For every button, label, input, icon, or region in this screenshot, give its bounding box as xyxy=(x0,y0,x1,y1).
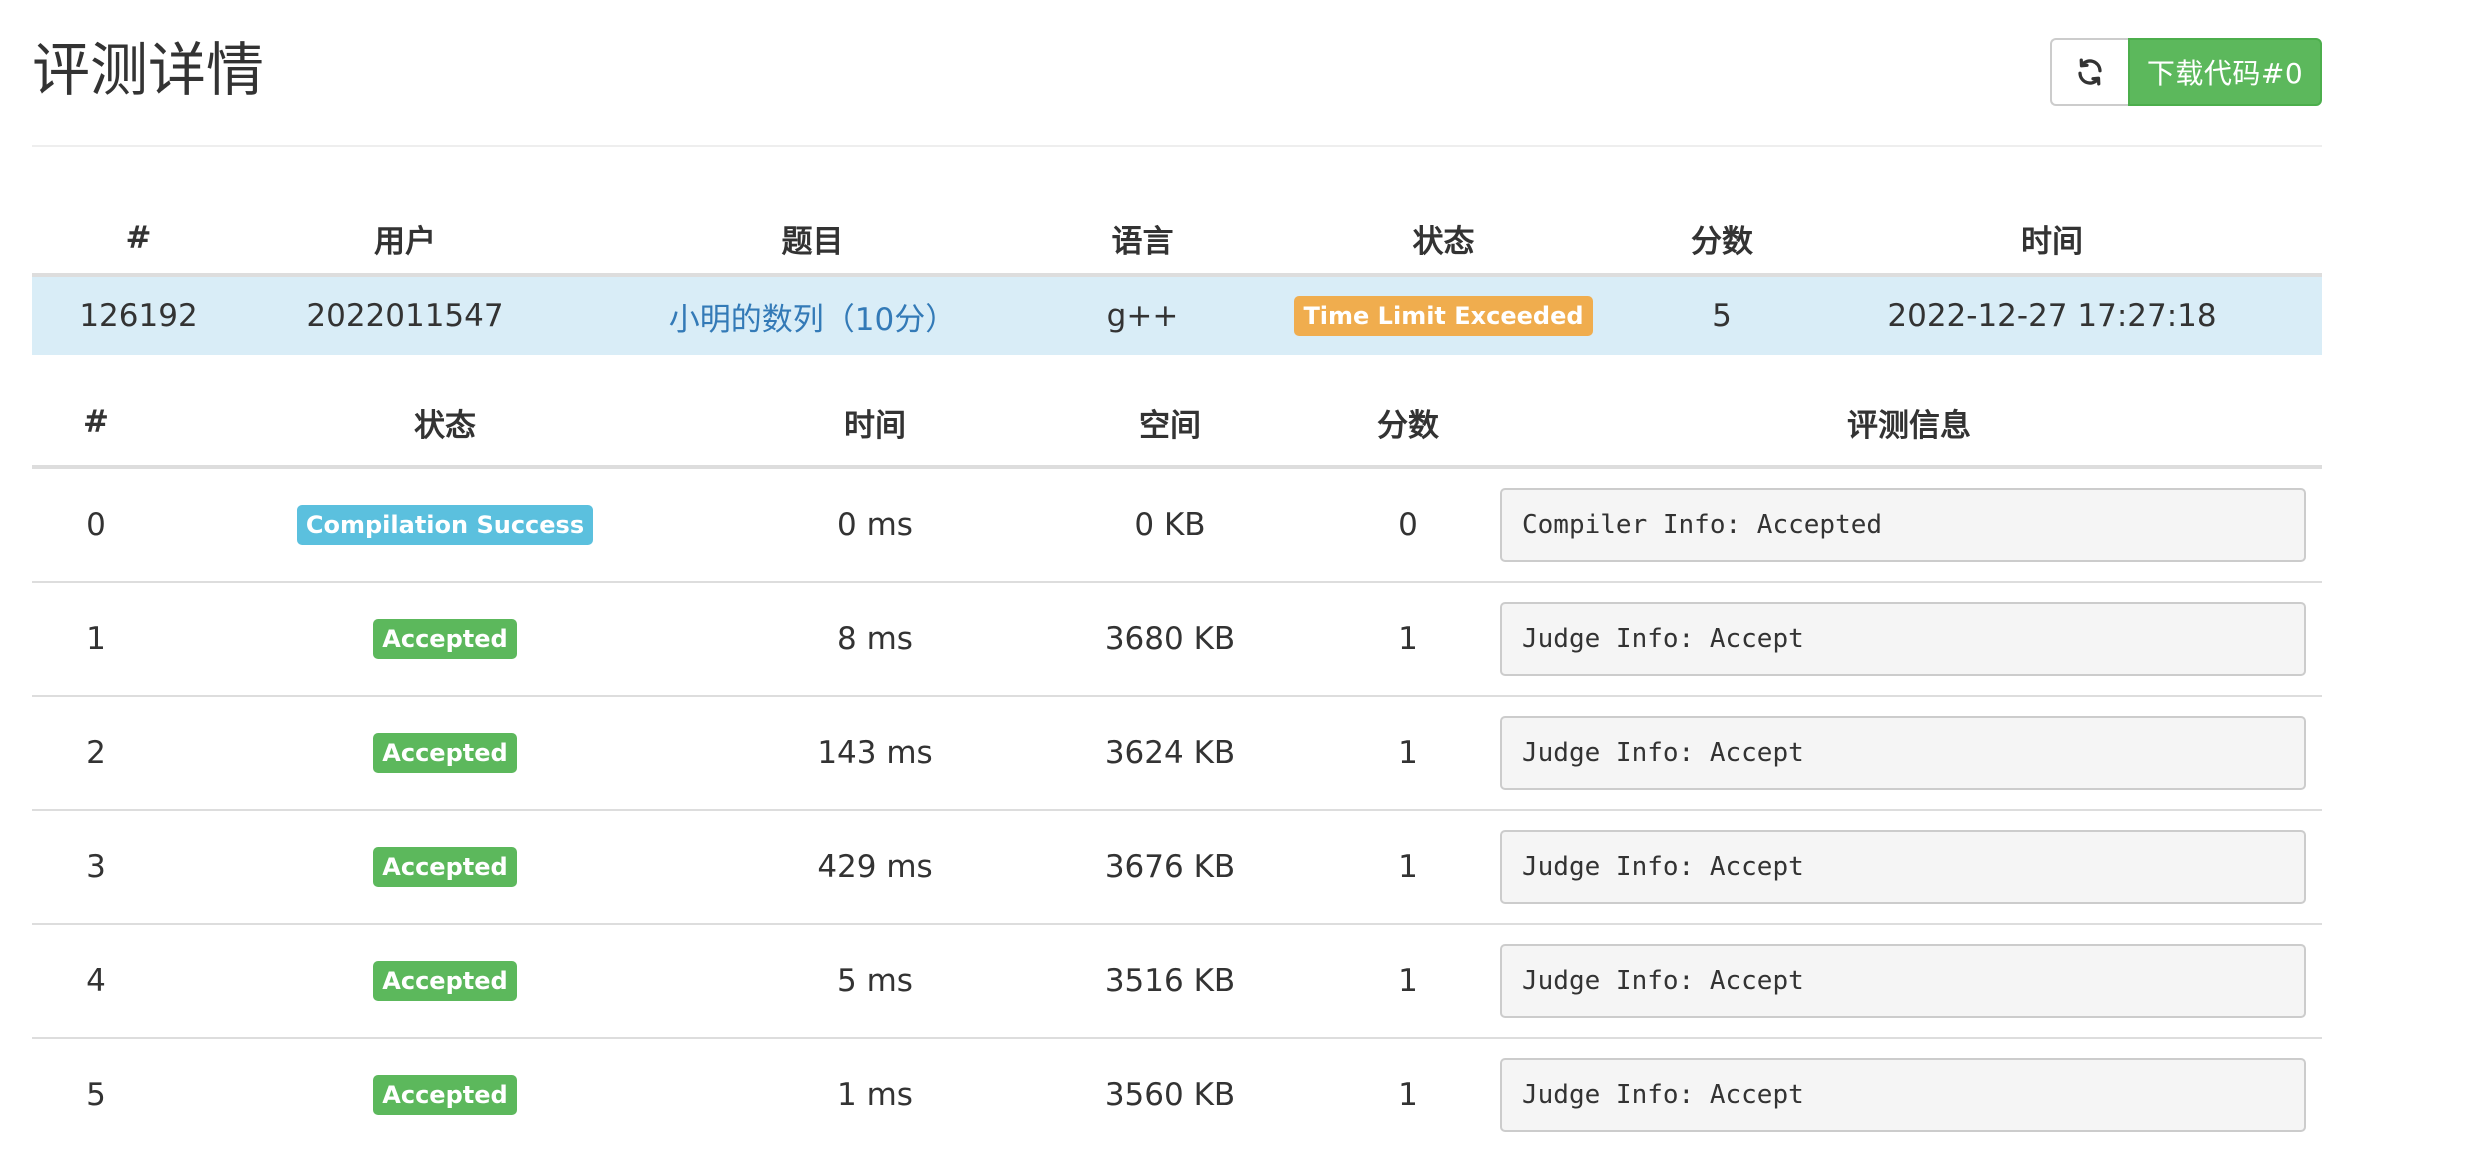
download-code-button[interactable]: 下载代码#0 xyxy=(2128,38,2322,106)
test-status-cell: Accepted xyxy=(160,696,730,811)
test-row: 0 Compilation Success 0 ms 0 KB 0 Compil… xyxy=(32,467,2322,583)
summary-row: 126192 2022011547 小明的数列（10分） g++ Time Li… xyxy=(32,275,2322,355)
test-results-table: # 状态 时间 空间 分数 评测信息 0 Compilation Success… xyxy=(32,379,2322,1151)
test-memory: 0 KB xyxy=(1020,467,1320,583)
test-row: 3 Accepted 429 ms 3676 KB 1 Judge Info: … xyxy=(32,810,2322,925)
summary-header-row: # 用户 题目 语言 状态 分数 时间 xyxy=(32,203,2322,277)
test-score: 1 xyxy=(1320,696,1496,811)
test-index: 4 xyxy=(32,924,160,1039)
test-time: 0 ms xyxy=(730,467,1020,583)
test-row: 4 Accepted 5 ms 3516 KB 1 Judge Info: Ac… xyxy=(32,924,2322,1039)
tests-header-info: 评测信息 xyxy=(1496,379,2322,469)
test-info-box: Judge Info: Accept xyxy=(1500,602,2306,676)
test-info-box: Compiler Info: Accepted xyxy=(1500,488,2306,562)
test-info-cell: Judge Info: Accept xyxy=(1496,1038,2322,1151)
test-status-cell: Accepted xyxy=(160,1038,730,1151)
test-info-box: Judge Info: Accept xyxy=(1500,944,2306,1018)
test-status-cell: Accepted xyxy=(160,582,730,697)
header-button-group: 下载代码#0 xyxy=(2050,38,2322,106)
status-badge: Time Limit Exceeded xyxy=(1294,296,1593,336)
test-index: 3 xyxy=(32,810,160,925)
test-time: 5 ms xyxy=(730,924,1020,1039)
summary-header-user: 用户 xyxy=(245,203,565,277)
test-memory: 3560 KB xyxy=(1104,1077,1236,1113)
test-info-box: Judge Info: Accept xyxy=(1500,830,2306,904)
tests-header-memory: 空间 xyxy=(1020,379,1320,469)
test-time: 429 ms xyxy=(730,810,1020,925)
problem-link[interactable]: 小明的数列（10分） xyxy=(669,302,956,338)
submission-summary-table: # 用户 题目 语言 状态 分数 时间 126192 2022011547 小明… xyxy=(32,203,2322,355)
test-memory: 3516 KB xyxy=(1020,924,1320,1039)
test-status-cell: Compilation Success xyxy=(160,467,730,583)
submission-id: 126192 xyxy=(79,298,198,334)
test-info-cell: Judge Info: Accept xyxy=(1496,696,2322,811)
refresh-icon xyxy=(2078,58,2102,86)
test-info-cell: Compiler Info: Accepted xyxy=(1496,467,2322,583)
test-score: 1 xyxy=(1320,810,1496,925)
test-row: 2 Accepted 143 ms 3624 KB 1 Judge Info: … xyxy=(32,696,2322,811)
summary-header-problem: 题目 xyxy=(565,203,1060,277)
test-info-box: Judge Info: Accept xyxy=(1500,716,2306,790)
test-score: 1 xyxy=(1320,582,1496,697)
tests-header-status: 状态 xyxy=(160,379,730,469)
test-memory: 3624 KB xyxy=(1020,696,1320,811)
submission-time: 2022-12-27 17:27:18 xyxy=(1887,298,2217,334)
test-index: 0 xyxy=(32,467,160,583)
test-info-cell: Judge Info: Accept xyxy=(1496,810,2322,925)
page-title: 评测详情 xyxy=(32,36,265,104)
summary-header-status: 状态 xyxy=(1225,203,1662,277)
test-index: 5 xyxy=(86,1077,106,1113)
test-info-cell: Judge Info: Accept xyxy=(1496,582,2322,697)
test-memory: 3680 KB xyxy=(1020,582,1320,697)
test-row: 5 Accepted 1 ms 3560 KB 1 Judge Info: Ac… xyxy=(32,1038,2322,1151)
tests-header-index: # xyxy=(32,379,160,469)
refresh-button[interactable] xyxy=(2050,38,2128,106)
test-status-badge: Accepted xyxy=(373,619,517,659)
test-index: 2 xyxy=(32,696,160,811)
test-row: 1 Accepted 8 ms 3680 KB 1 Judge Info: Ac… xyxy=(32,582,2322,697)
test-memory: 3676 KB xyxy=(1020,810,1320,925)
test-info-cell: Judge Info: Accept xyxy=(1496,924,2322,1039)
summary-header-score: 分数 xyxy=(1662,203,1782,277)
submission-score: 5 xyxy=(1712,298,1732,334)
test-score: 1 xyxy=(1320,924,1496,1039)
test-time: 143 ms xyxy=(730,696,1020,811)
submission-user: 2022011547 xyxy=(306,298,504,334)
page-container: 评测详情 下载代码#0 # 用户 题目 语言 状态 分数 时间 126192 2… xyxy=(32,0,2322,1151)
test-info-box: Judge Info: Accept xyxy=(1500,1058,2306,1132)
test-time: 1 ms xyxy=(837,1077,913,1113)
submission-status-cell: Time Limit Exceeded xyxy=(1225,275,1662,355)
test-time: 8 ms xyxy=(730,582,1020,697)
test-status-badge: Accepted xyxy=(373,961,517,1001)
tests-header-row: # 状态 时间 空间 分数 评测信息 xyxy=(32,379,2322,469)
submission-language: g++ xyxy=(1106,298,1179,334)
summary-header-time: 时间 xyxy=(1782,203,2322,277)
summary-header-id: # xyxy=(32,203,245,277)
test-status-badge: Accepted xyxy=(373,733,517,773)
submission-problem-cell: 小明的数列（10分） xyxy=(565,275,1060,355)
test-status-badge: Accepted xyxy=(373,847,517,887)
summary-header-language: 语言 xyxy=(1060,203,1225,277)
page-header: 评测详情 下载代码#0 xyxy=(32,0,2322,147)
test-status-cell: Accepted xyxy=(160,810,730,925)
test-index: 1 xyxy=(32,582,160,697)
test-score: 0 xyxy=(1320,467,1496,583)
test-status-badge: Compilation Success xyxy=(296,505,594,545)
tests-header-time: 时间 xyxy=(730,379,1020,469)
test-status-badge: Accepted xyxy=(373,1075,517,1115)
tests-header-score: 分数 xyxy=(1320,379,1496,469)
test-status-cell: Accepted xyxy=(160,924,730,1039)
test-score: 1 xyxy=(1398,1077,1418,1113)
